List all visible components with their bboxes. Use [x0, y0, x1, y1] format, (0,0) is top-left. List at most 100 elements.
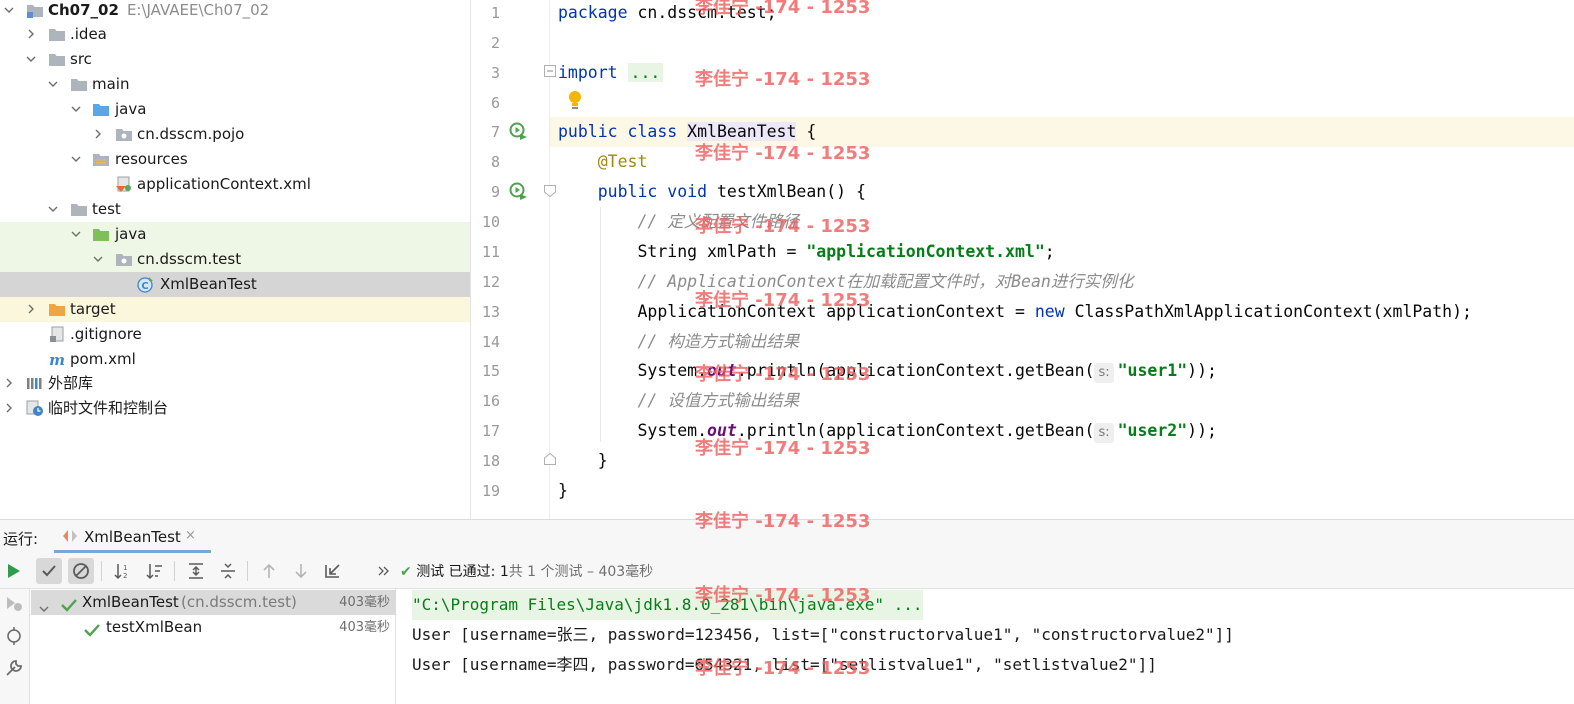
- lightbulb-icon[interactable]: [567, 90, 583, 110]
- static-field: out: [707, 421, 737, 440]
- tree-item-test[interactable]: test: [0, 197, 470, 222]
- sort-by-duration-icon[interactable]: [142, 558, 168, 584]
- previous-test-icon[interactable]: [256, 558, 282, 584]
- console-output[interactable]: "C:\Program Files\Java\jdk1.8.0_281\bin\…: [397, 589, 1574, 704]
- code-line-15[interactable]: System.out.println(applicationContext.ge…: [558, 356, 1217, 386]
- next-test-icon[interactable]: [288, 558, 314, 584]
- tree-item-label: XmlBeanTest: [160, 275, 257, 293]
- code-line-16[interactable]: // 设值方式输出结果: [558, 386, 799, 416]
- tree-item-label: applicationContext.xml: [137, 175, 311, 193]
- keyword: new: [1034, 302, 1065, 321]
- chevron-right-icon[interactable]: [4, 378, 14, 388]
- wrench-icon[interactable]: [4, 658, 24, 678]
- scratches-icon: [26, 400, 44, 417]
- code-line-1[interactable]: package cn.dsscm.test;: [558, 0, 777, 28]
- chevron-down-icon[interactable]: [48, 79, 58, 89]
- tree-item-resources[interactable]: resources: [0, 147, 470, 172]
- code-line-3[interactable]: import ...: [558, 58, 664, 88]
- chevron-down-icon[interactable]: [93, 254, 103, 264]
- tree-item-label: test: [92, 200, 121, 218]
- show-ignored-button[interactable]: [68, 558, 94, 584]
- chevron-right-icon[interactable]: [26, 304, 36, 314]
- tree-item-target[interactable]: target: [0, 297, 470, 322]
- code-line-19[interactable]: }: [558, 476, 568, 506]
- rerun-button[interactable]: [1, 558, 27, 584]
- xml-file-icon: [115, 176, 133, 193]
- chevron-down-icon[interactable]: [71, 104, 81, 114]
- tree-item-label: .gitignore: [70, 325, 142, 343]
- code-text: cn.dsscm.test;: [627, 3, 777, 22]
- code-line-10[interactable]: // 定义配置文件路径: [558, 207, 799, 237]
- tree-item-test-package[interactable]: cn.dsscm.test: [0, 247, 470, 272]
- package-icon: [115, 251, 133, 268]
- code-line-8[interactable]: @Test: [558, 147, 648, 177]
- folder-icon: [70, 76, 88, 93]
- tree-item-scratches[interactable]: 临时文件和控制台: [0, 396, 470, 421]
- line-number: 10: [481, 213, 500, 231]
- tree-item-external-libraries[interactable]: 外部库: [0, 371, 470, 396]
- run-test-method-icon[interactable]: [509, 181, 529, 201]
- tree-item-label: .idea: [70, 25, 107, 43]
- toolbar-separator: [247, 561, 248, 581]
- tree-root[interactable]: Ch07_02 E:\JAVAEE\Ch07_02: [0, 0, 470, 23]
- fold-icon[interactable]: [544, 185, 556, 197]
- tree-item-pojo-package[interactable]: cn.dsscm.pojo: [0, 122, 470, 147]
- tree-item-appcontext-xml[interactable]: applicationContext.xml: [0, 172, 470, 197]
- test-row-method[interactable]: testXmlBean 403毫秒: [31, 615, 396, 640]
- code-line-9[interactable]: public void testXmlBean() {: [558, 177, 866, 207]
- folder-icon: [48, 51, 66, 68]
- code-line-13[interactable]: ApplicationContext applicationContext = …: [558, 297, 1472, 327]
- comment: // ApplicationContext在加载配置文件时，对Bean进行实例化: [637, 272, 1134, 291]
- chevron-down-icon[interactable]: [71, 154, 81, 164]
- code-line-7[interactable]: public class XmlBeanTest {: [558, 117, 816, 147]
- chevron-right-icon[interactable]: [4, 403, 14, 413]
- rerun-failed-icon[interactable]: [4, 594, 24, 614]
- java-class-icon: C: [137, 276, 155, 293]
- tree-item-main-java[interactable]: java: [0, 97, 470, 122]
- tree-item-label: 临时文件和控制台: [48, 399, 169, 417]
- tree-item-gitignore[interactable]: .gitignore: [0, 322, 470, 347]
- code-line-11[interactable]: String xmlPath = "applicationContext.xml…: [558, 237, 1054, 267]
- sort-alphabetically-icon[interactable]: 12: [110, 558, 136, 584]
- passed-check-icon: [84, 620, 100, 645]
- tree-item-test-java[interactable]: java: [0, 222, 470, 247]
- keyword: package: [558, 3, 628, 22]
- chevron-down-icon[interactable]: [71, 229, 81, 239]
- tree-item-src[interactable]: src: [0, 47, 470, 72]
- code-text: ClassPathXmlApplicationContext(xmlPath);: [1064, 302, 1472, 321]
- line-number: 16: [481, 392, 500, 410]
- code-line-17[interactable]: System.out.println(applicationContext.ge…: [558, 416, 1217, 446]
- line-number: 7: [490, 123, 500, 141]
- expand-all-icon[interactable]: [183, 558, 209, 584]
- code-line-12[interactable]: // ApplicationContext在加载配置文件时，对Bean进行实例化: [558, 267, 1133, 297]
- line-number: 3: [490, 64, 500, 82]
- test-source-folder-icon: [92, 226, 110, 243]
- code-line-14[interactable]: // 构造方式输出结果: [558, 327, 799, 357]
- code-text: .println(applicationContext.getBean(: [736, 421, 1095, 440]
- run-tab[interactable]: XmlBeanTest ×: [54, 520, 211, 553]
- close-icon[interactable]: ×: [185, 528, 196, 543]
- fold-icon[interactable]: [544, 65, 556, 77]
- tree-item-pom[interactable]: m pom.xml: [0, 347, 470, 372]
- chevron-right-icon[interactable]: [93, 129, 103, 139]
- string-literal: "user2": [1117, 421, 1188, 440]
- collapse-all-icon[interactable]: [215, 558, 241, 584]
- chevron-down-icon[interactable]: [4, 5, 14, 15]
- fold-icon[interactable]: [544, 453, 556, 465]
- test-row-class[interactable]: XmlBeanTest (cn.dsscm.test) 403毫秒: [31, 590, 396, 615]
- chevron-down-icon[interactable]: [26, 54, 36, 64]
- tree-item-xmlbeantest[interactable]: C XmlBeanTest: [0, 272, 470, 297]
- chevron-down-icon[interactable]: [48, 204, 58, 214]
- folded-imports[interactable]: ...: [627, 63, 664, 82]
- more-actions-icon[interactable]: [370, 558, 396, 584]
- code-editor[interactable]: 1 2 3 6 7 8 9 10 11 12 13 14 15 16 17 18…: [472, 0, 1574, 519]
- tree-item-label: cn.dsscm.test: [137, 250, 242, 268]
- run-test-class-icon[interactable]: [509, 121, 529, 141]
- show-passed-button[interactable]: [36, 558, 62, 584]
- tree-item-main[interactable]: main: [0, 72, 470, 97]
- import-tests-icon[interactable]: [320, 558, 346, 584]
- toggle-auto-test-icon[interactable]: [4, 626, 24, 646]
- chevron-right-icon[interactable]: [26, 29, 36, 39]
- code-line-18[interactable]: }: [558, 446, 608, 476]
- tree-item-idea[interactable]: .idea: [0, 22, 470, 47]
